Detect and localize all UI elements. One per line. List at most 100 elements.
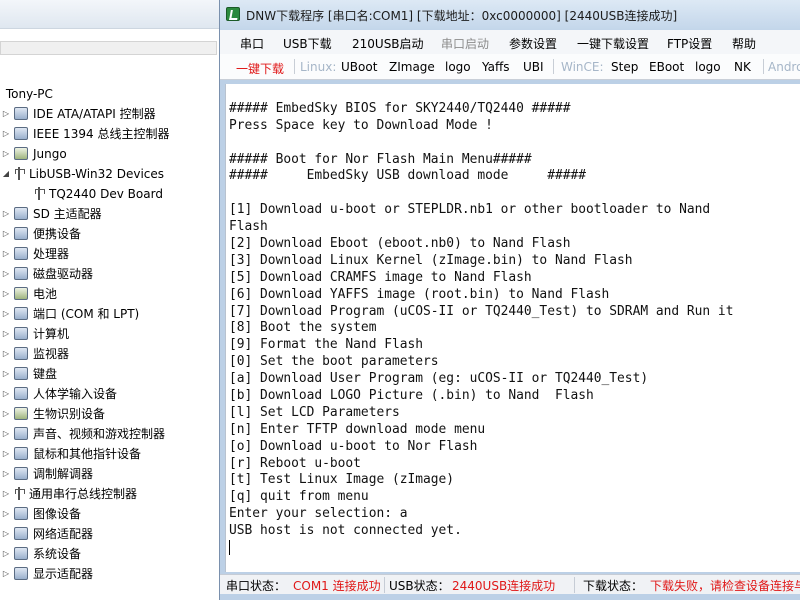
tree-item[interactable]: ▷ 通用串行总线控制器 xyxy=(3,484,137,504)
usb-status-value: 2440USB连接成功 xyxy=(452,579,556,593)
tree-item[interactable]: ▷ 磁盘驱动器 xyxy=(3,264,93,284)
console-line: Enter your selection: a xyxy=(229,506,408,522)
console-line: ##### EmbedSky BIOS for SKY2440/TQ2440 #… xyxy=(229,100,571,116)
console-line: [o] Download u-boot to Nor Flash xyxy=(229,438,478,454)
tree-item[interactable]: ▷ 计算机 xyxy=(3,324,69,344)
collapse-arrow-icon[interactable]: ◢ xyxy=(2,164,10,184)
wince-step-button[interactable]: Step xyxy=(611,60,638,74)
tree-item[interactable]: ▷ IDE ATA/ATAPI 控制器 xyxy=(3,104,156,124)
processor-icon xyxy=(14,247,28,260)
tree-item-label: 键盘 xyxy=(33,367,58,381)
title-bar[interactable]: DNW下载程序 [串口名:COM1] [下载地址：0xc0000000] [24… xyxy=(220,0,800,30)
tree-item[interactable]: ▷ 人体学输入设备 xyxy=(3,384,117,404)
expand-arrow-icon[interactable]: ▷ xyxy=(2,124,10,144)
console-line: [n] Enter TFTP download mode menu xyxy=(229,421,486,437)
expand-arrow-icon[interactable]: ▷ xyxy=(2,524,10,544)
expand-arrow-icon[interactable]: ▷ xyxy=(2,144,10,164)
tree-item[interactable]: ▷ 生物识别设备 xyxy=(3,404,105,424)
tree-item[interactable]: ▷ 鼠标和其他指针设备 xyxy=(3,444,141,464)
one-key-download-button[interactable]: 一键下载 xyxy=(236,60,284,77)
serial-console[interactable]: ##### EmbedSky BIOS for SKY2440/TQ2440 #… xyxy=(225,84,800,572)
menu-param-settings[interactable]: 参数设置 xyxy=(509,35,557,52)
wince-logo-button[interactable]: logo xyxy=(695,60,721,74)
console-line: ##### EmbedSky USB download mode ##### xyxy=(229,168,586,184)
tree-item[interactable]: ▷ 端口 (COM 和 LPT) xyxy=(3,304,140,324)
linux-ubi-button[interactable]: UBI xyxy=(523,60,544,74)
tree-item[interactable]: ▷ 图像设备 xyxy=(3,504,81,524)
console-line: [r] Reboot u-boot xyxy=(229,455,361,471)
console-line: [1] Download u-boot or STEPLDR.nb1 or ot… xyxy=(229,202,711,218)
menu-onekey-settings[interactable]: 一键下载设置 xyxy=(577,35,649,52)
tree-item[interactable]: ◢ LibUSB-Win32 Devices xyxy=(3,164,165,184)
console-line: [7] Download Program (uCOS-II or TQ2440_… xyxy=(229,303,734,319)
battery-icon xyxy=(14,287,28,300)
horizontal-scrollbar[interactable] xyxy=(0,41,217,55)
expand-arrow-icon[interactable]: ▷ xyxy=(2,384,10,404)
tree-item-label: 显示适配器 xyxy=(33,567,94,581)
expand-arrow-icon[interactable]: ▷ xyxy=(2,344,10,364)
tree-item-label: LibUSB-Win32 Devices xyxy=(29,167,165,181)
tree-item-label: 端口 (COM 和 LPT) xyxy=(33,307,140,321)
tree-item[interactable]: ▷ 处理器 xyxy=(3,244,69,264)
tree-item[interactable]: ▷ 便携设备 xyxy=(3,224,81,244)
expand-arrow-icon[interactable]: ▷ xyxy=(2,544,10,564)
tree-item[interactable]: ▷ Jungo xyxy=(3,144,67,164)
linux-zimage-button[interactable]: ZImage xyxy=(389,60,435,74)
menu-usb-download[interactable]: USB下载 xyxy=(283,35,332,52)
expand-arrow-icon[interactable]: ▷ xyxy=(2,504,10,524)
expand-arrow-icon[interactable]: ▷ xyxy=(2,444,10,464)
system-device-icon xyxy=(14,547,28,560)
menu-serial-boot[interactable]: 串口启动 xyxy=(441,35,489,52)
expand-arrow-icon[interactable]: ▷ xyxy=(2,104,10,124)
hid-icon xyxy=(14,387,28,400)
menu-help[interactable]: 帮助 xyxy=(732,35,756,52)
expand-arrow-icon[interactable]: ▷ xyxy=(2,244,10,264)
tree-item[interactable]: ▷ IEEE 1394 总线主控制器 xyxy=(3,124,169,144)
tree-item[interactable]: ▷ 系统设备 xyxy=(3,544,81,564)
expand-arrow-icon[interactable]: ▷ xyxy=(2,404,10,424)
network-adapter-icon xyxy=(14,527,28,540)
keyboard-icon xyxy=(14,367,28,380)
expand-arrow-icon[interactable]: ▷ xyxy=(2,464,10,484)
tree-item[interactable]: ▷ 显示适配器 xyxy=(3,564,94,584)
expand-arrow-icon[interactable]: ▷ xyxy=(2,284,10,304)
tree-item[interactable]: ▷ 电池 xyxy=(3,284,57,304)
download-status-value: 下载失败，请检查设备连接与 xyxy=(650,579,800,593)
tree-item-label: 网络适配器 xyxy=(33,527,94,541)
usb-device-icon xyxy=(34,187,45,200)
tree-child-item[interactable]: TQ2440 Dev Board xyxy=(34,184,163,204)
expand-arrow-icon[interactable]: ▷ xyxy=(2,564,10,584)
wince-group-label: WinCE: xyxy=(561,60,604,74)
linux-uboot-button[interactable]: UBoot xyxy=(341,60,377,74)
menu-210usb-boot[interactable]: 210USB启动 xyxy=(352,35,424,52)
wince-eboot-button[interactable]: EBoot xyxy=(649,60,684,74)
tree-item[interactable]: ▷ 调制解调器 xyxy=(3,464,93,484)
tree-item[interactable]: ▷ 声音、视频和游戏控制器 xyxy=(3,424,166,444)
sd-host-icon xyxy=(14,207,28,220)
tree-root[interactable]: Tony-PC xyxy=(2,84,53,104)
portable-device-icon xyxy=(14,227,28,240)
expand-arrow-icon[interactable]: ▷ xyxy=(2,484,10,504)
expand-arrow-icon[interactable]: ▷ xyxy=(2,304,10,324)
expand-arrow-icon[interactable]: ▷ xyxy=(2,204,10,224)
status-separator xyxy=(574,577,575,593)
wince-nk-button[interactable]: NK xyxy=(734,60,751,74)
expand-arrow-icon[interactable]: ▷ xyxy=(2,424,10,444)
tree-item-label: 声音、视频和游戏控制器 xyxy=(33,427,166,441)
expand-arrow-icon[interactable]: ▷ xyxy=(2,364,10,384)
tree-item[interactable]: ▷ SD 主适配器 xyxy=(3,204,102,224)
linux-yaffs-button[interactable]: Yaffs xyxy=(482,60,510,74)
expand-arrow-icon[interactable]: ▷ xyxy=(2,224,10,244)
linux-logo-button[interactable]: logo xyxy=(445,60,471,74)
tree-item[interactable]: ▷ 网络适配器 xyxy=(3,524,94,544)
tree-item[interactable]: ▷ 监视器 xyxy=(3,344,69,364)
tree-item[interactable]: ▷ 键盘 xyxy=(3,364,58,384)
menu-serial[interactable]: 串口 xyxy=(240,35,264,52)
console-cursor-line xyxy=(229,540,800,557)
port-icon xyxy=(14,307,28,320)
expand-arrow-icon[interactable]: ▷ xyxy=(2,324,10,344)
expand-arrow-icon[interactable]: ▷ xyxy=(2,264,10,284)
menu-ftp-settings[interactable]: FTP设置 xyxy=(667,35,712,52)
